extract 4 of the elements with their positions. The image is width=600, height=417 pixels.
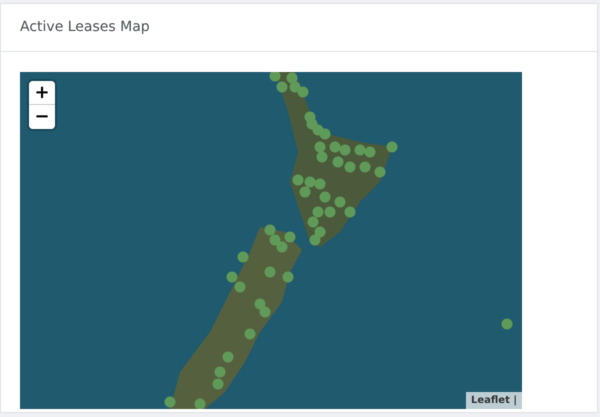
card-title: Active Leases Map xyxy=(20,19,150,36)
attribution-link[interactable]: Leaflet | xyxy=(466,392,522,409)
map-panel[interactable]: + − Leaflet | xyxy=(20,72,522,409)
zoom-in-button[interactable]: + xyxy=(29,81,55,105)
